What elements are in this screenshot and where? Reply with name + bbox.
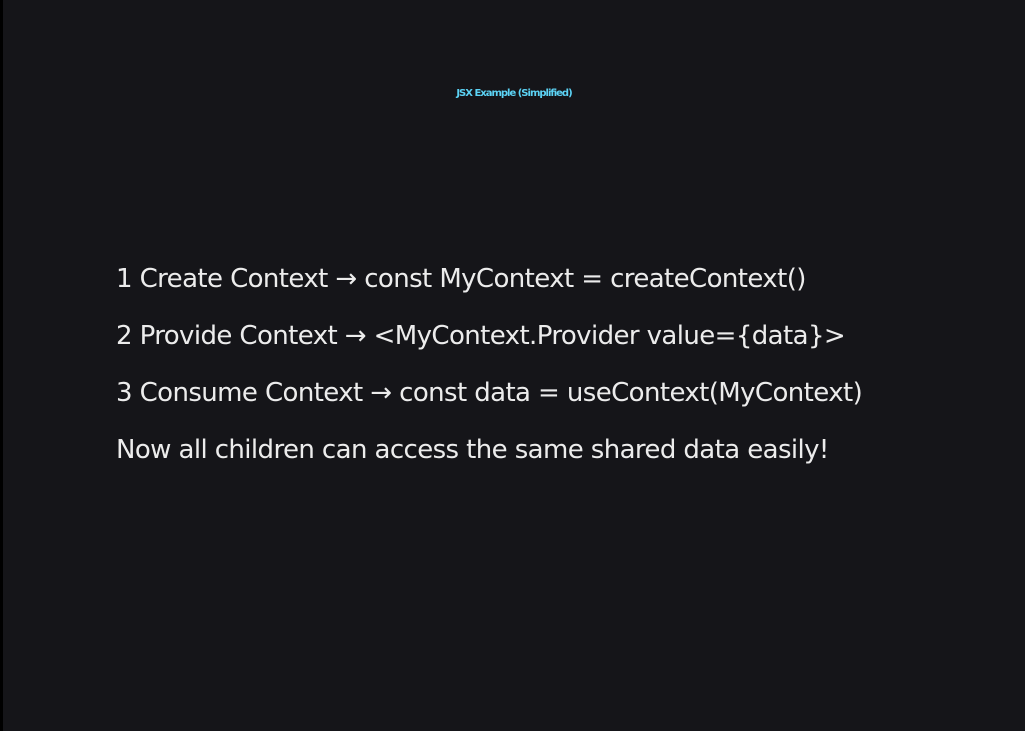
slide-body: 1 Create Context → const MyContext = cre…: [116, 251, 996, 479]
step-create-context: 1 Create Context → const MyContext = cre…: [116, 264, 806, 294]
step-consume-context: 3 Consume Context → const data = useCont…: [116, 378, 863, 408]
summary-line: Now all children can access the same sha…: [116, 435, 829, 465]
slide-title: JSX Example (Simplified): [456, 88, 572, 99]
slide: JSX Example (Simplified) 1 Create Contex…: [3, 0, 1025, 731]
step-provide-context: 2 Provide Context → <MyContext.Provider …: [116, 321, 846, 351]
